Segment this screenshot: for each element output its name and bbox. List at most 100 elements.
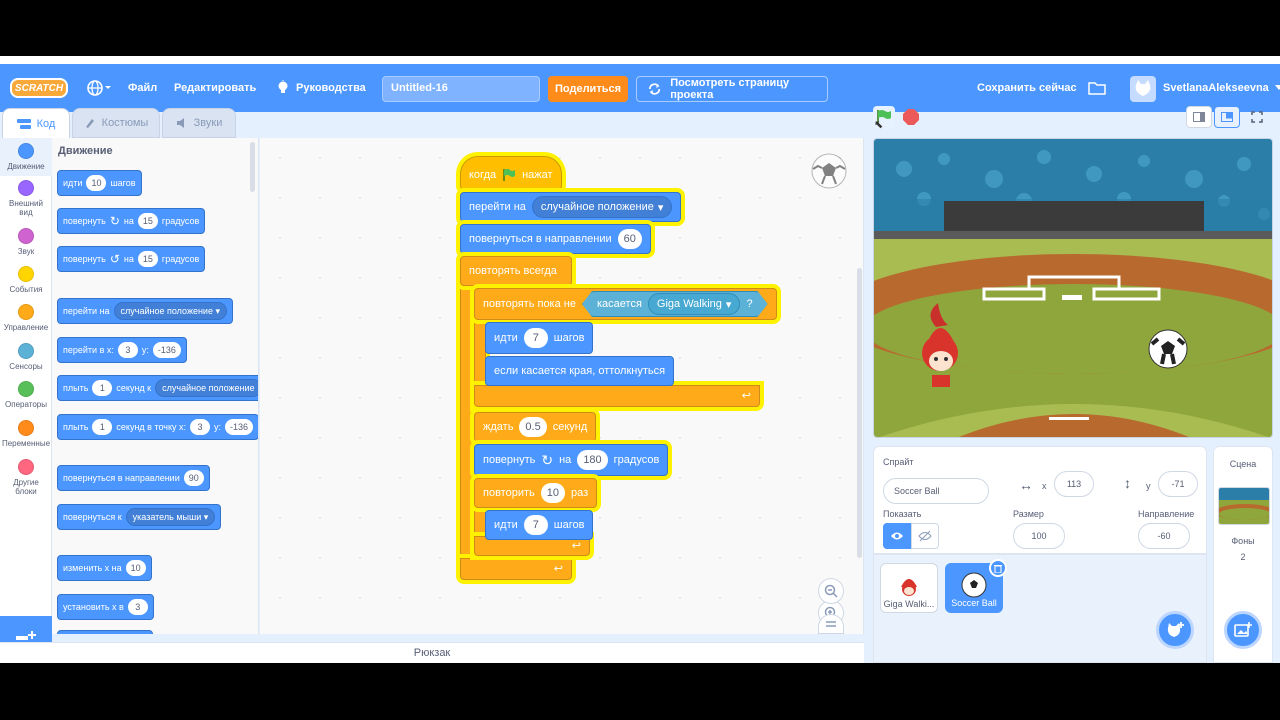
category-sensing[interactable]: Сенсоры xyxy=(0,343,52,371)
touching-sensor-block[interactable]: касается Giga Walking ▾ ? xyxy=(582,291,768,317)
block-input[interactable]: 1 xyxy=(92,419,113,435)
block-input[interactable]: 10 xyxy=(86,175,107,191)
block-input[interactable]: 10 xyxy=(540,483,565,503)
tutorials-button[interactable]: Руководства xyxy=(276,64,366,112)
delete-sprite-button[interactable] xyxy=(989,559,1007,577)
category-sound[interactable]: Звук xyxy=(0,228,52,256)
tab-costumes[interactable]: Костюмы xyxy=(72,108,160,138)
show-visible-button[interactable] xyxy=(883,523,911,549)
repeat-until-block[interactable]: повторять пока не касается Giga Walking ▾… xyxy=(474,288,777,320)
category-my-blocks[interactable]: Другие блоки xyxy=(0,459,52,496)
file-menu[interactable]: Файл xyxy=(128,64,157,112)
stage-canvas[interactable] xyxy=(873,138,1273,438)
block-input[interactable]: 90 xyxy=(183,470,204,486)
block-input[interactable]: -136 xyxy=(225,419,254,435)
palette-block-point-towards[interactable]: повернуться к указатель мыши ▾ xyxy=(57,504,222,530)
category-events[interactable]: События xyxy=(0,266,52,294)
stop-icon xyxy=(903,109,919,125)
palette-block-turn-right[interactable]: повернуть ↻ на 15 градусов xyxy=(57,208,206,234)
goto-random-block[interactable]: перейти на случайное положение ▾ xyxy=(460,192,682,222)
category-operators[interactable]: Операторы xyxy=(0,381,52,409)
stop-button[interactable] xyxy=(900,106,922,128)
normal-stage-button[interactable] xyxy=(1214,106,1240,128)
when-flag-clicked-block[interactable]: когда нажат xyxy=(460,156,562,190)
y-position-input[interactable]: -71 xyxy=(1158,471,1198,497)
bounce-on-edge-block[interactable]: если касается края, оттолкнуться xyxy=(485,356,675,386)
sprite-thumbnail-giga[interactable]: Giga Walki... xyxy=(880,563,938,613)
direction-input[interactable]: -60 xyxy=(1138,523,1190,549)
script-area-scrollbar[interactable] xyxy=(857,268,862,558)
fullscreen-button[interactable] xyxy=(1244,106,1270,128)
category-menu: Движение Внешний вид Звук События Управл… xyxy=(0,138,52,663)
palette-block-glide-xy[interactable]: плыть 1 секунд в точку x: 3 y: -136 xyxy=(57,414,258,440)
palette-block-point-direction[interactable]: повернуться в направлении 90 xyxy=(57,465,210,491)
palette-block-glide[interactable]: плыть 1 секунд к случайное положение xyxy=(57,375,258,401)
block-input[interactable]: 3 xyxy=(117,342,138,358)
block-dropdown[interactable]: указатель мыши ▾ xyxy=(125,508,216,526)
block-input[interactable]: 7 xyxy=(523,328,548,348)
block-input[interactable]: 60 xyxy=(617,229,642,249)
see-project-page-button[interactable]: Посмотреть страницу проекта xyxy=(636,76,828,102)
category-label: Операторы xyxy=(5,400,47,409)
block-input[interactable]: 7 xyxy=(523,515,548,535)
scratch-logo[interactable]: SCRATCH xyxy=(10,78,68,98)
palette-block-partial[interactable] xyxy=(57,630,153,634)
palette-block-goto[interactable]: перейти на случайное положение ▾ xyxy=(57,298,233,324)
palette-block-move[interactable]: идти 10 шагов xyxy=(57,170,142,196)
category-motion[interactable]: Движение xyxy=(0,138,52,176)
choose-backdrop-button[interactable] xyxy=(1224,611,1262,649)
move-steps-block[interactable]: идти 7 шагов xyxy=(485,322,594,354)
small-stage-button[interactable] xyxy=(1186,106,1212,128)
size-input[interactable]: 100 xyxy=(1013,523,1065,549)
palette-block-change-x[interactable]: изменить х на 10 xyxy=(57,555,152,581)
block-text: y: xyxy=(214,422,222,432)
repeat-block[interactable]: повторить 10 раз xyxy=(474,478,598,508)
block-input[interactable]: 10 xyxy=(125,560,146,576)
stage-selector-panel[interactable]: Сцена Фоны 2 xyxy=(1213,446,1273,663)
project-title-input[interactable]: Untitled-16 xyxy=(382,76,540,102)
zoom-reset-button[interactable] xyxy=(818,614,844,634)
block-dropdown[interactable]: случайное положение ▾ xyxy=(531,196,673,218)
sprite-preview-icon xyxy=(810,152,848,190)
category-control[interactable]: Управление xyxy=(0,304,52,332)
block-input[interactable]: 3 xyxy=(127,599,148,615)
block-input[interactable]: 15 xyxy=(137,213,158,229)
block-text: установить х в xyxy=(63,602,124,612)
category-variables[interactable]: Переменные xyxy=(0,420,52,448)
language-menu[interactable] xyxy=(86,64,112,112)
wait-block[interactable]: ждать 0.5 секунд xyxy=(474,412,597,442)
zoom-out-button[interactable] xyxy=(818,578,844,604)
palette-block-goto-xy[interactable]: перейти в x: 3 y: -136 xyxy=(57,337,187,363)
turn-right-block[interactable]: повернуть ↻ на 180 градусов xyxy=(474,444,669,476)
block-input[interactable]: 0.5 xyxy=(519,417,547,437)
sprite-name-input[interactable]: Soccer Ball xyxy=(883,478,989,504)
choose-sprite-button[interactable] xyxy=(1156,611,1194,649)
block-input[interactable]: 180 xyxy=(577,450,608,470)
block-dropdown[interactable]: случайное положение xyxy=(155,379,258,397)
move-steps-block[interactable]: идти 7 шагов xyxy=(485,510,594,540)
backpack[interactable]: Рюкзак xyxy=(0,642,864,663)
block-input[interactable]: -136 xyxy=(152,342,181,358)
block-dropdown[interactable]: случайное положение ▾ xyxy=(113,302,227,320)
x-position-input[interactable]: 113 xyxy=(1054,471,1094,497)
block-input[interactable]: 3 xyxy=(190,419,211,435)
user-avatar[interactable] xyxy=(1130,76,1156,102)
block-input[interactable]: 15 xyxy=(137,251,158,267)
palette-block-set-x[interactable]: установить х в 3 xyxy=(57,594,154,620)
palette-scrollbar[interactable] xyxy=(250,142,255,192)
stage-thumbnail[interactable] xyxy=(1218,487,1270,525)
script-area[interactable]: ↩ ↩ ↩ когда нажат перейти на случайное п… xyxy=(260,138,864,634)
block-dropdown[interactable]: Giga Walking ▾ xyxy=(648,293,741,315)
edit-menu[interactable]: Редактировать xyxy=(174,64,256,112)
share-button[interactable]: Поделиться xyxy=(548,76,628,102)
show-hidden-button[interactable] xyxy=(911,523,939,549)
block-text: плыть xyxy=(63,383,89,393)
tab-code[interactable]: Код xyxy=(2,108,70,138)
point-direction-block[interactable]: повернуться в направлении 60 xyxy=(460,224,651,254)
block-input[interactable]: 1 xyxy=(92,380,113,396)
palette-block-turn-left[interactable]: повернуть ↺ на 15 градусов xyxy=(57,246,206,272)
soccer-ball-sprite[interactable] xyxy=(1148,329,1188,369)
category-looks[interactable]: Внешний вид xyxy=(0,180,52,217)
forever-block-header[interactable]: повторять всегда xyxy=(460,256,572,286)
tab-sounds[interactable]: Звуки xyxy=(162,108,236,138)
